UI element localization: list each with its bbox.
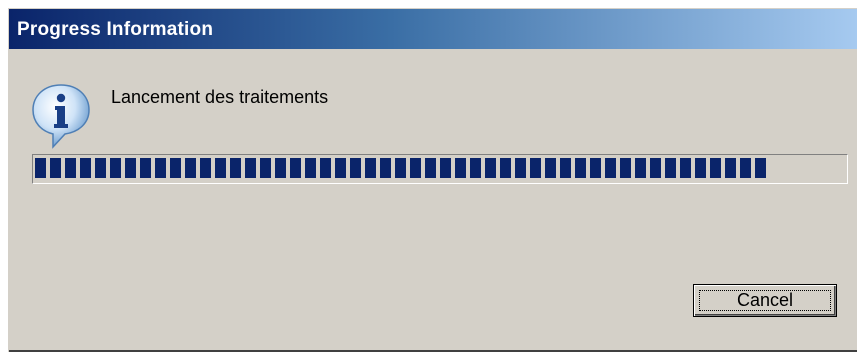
- cancel-button[interactable]: Cancel: [693, 284, 837, 317]
- progress-bar: [32, 154, 848, 184]
- window-title: Progress Information: [17, 19, 214, 40]
- progress-dialog: Progress Information Lancement des trait…: [8, 8, 857, 352]
- status-message: Lancement des traitements: [111, 87, 329, 107]
- progress-fill: [35, 158, 766, 178]
- cancel-button-label: Cancel: [736, 290, 794, 310]
- title-bar[interactable]: Progress Information: [9, 9, 857, 49]
- info-icon: [29, 81, 93, 151]
